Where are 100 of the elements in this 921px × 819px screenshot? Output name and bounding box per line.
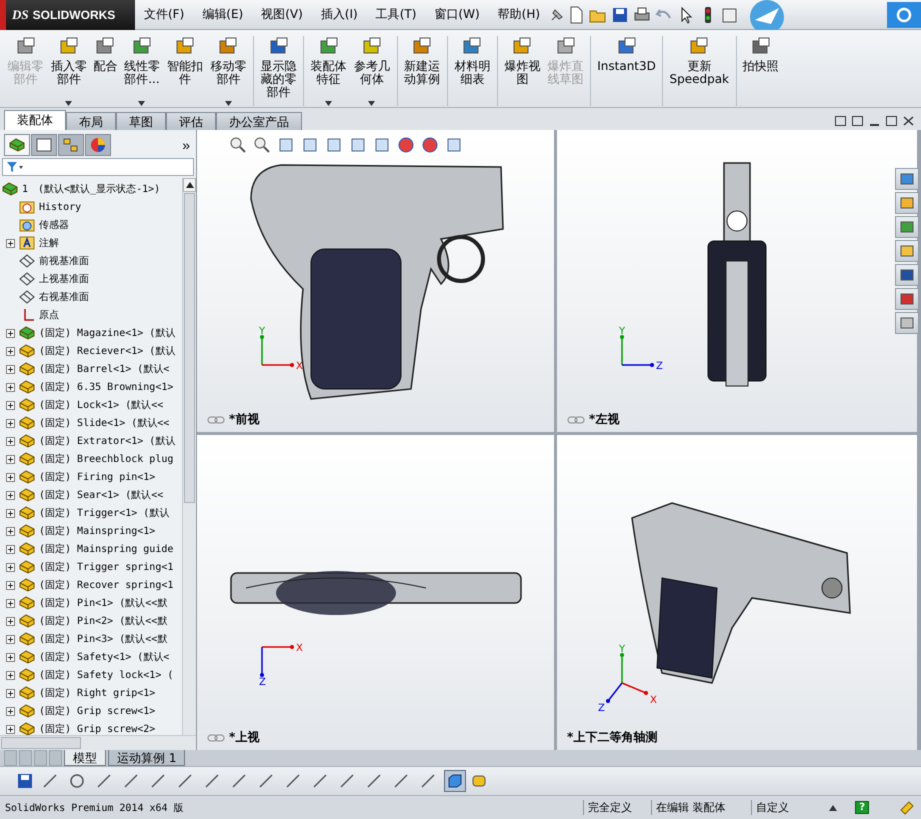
tab[interactable]: 草图: [116, 112, 166, 130]
tab[interactable]: 装配体: [4, 110, 66, 130]
tree-item[interactable]: (固定) Trigger spring<1: [0, 558, 182, 576]
panel-tab[interactable]: [85, 134, 111, 156]
expand-icon[interactable]: [6, 238, 15, 248]
toolbar-button[interactable]: 智能扣件: [164, 36, 207, 106]
tree-item[interactable]: 传感器: [0, 216, 182, 234]
expand-icon[interactable]: [6, 706, 15, 716]
tree-item[interactable]: 注解: [0, 234, 182, 252]
tree-item[interactable]: 右视基准面: [0, 288, 182, 306]
expand-icon[interactable]: [6, 580, 15, 590]
expand-icon[interactable]: [6, 508, 15, 518]
tree-item[interactable]: 原点: [0, 306, 182, 324]
expand-button[interactable]: »: [176, 137, 196, 156]
tree-item[interactable]: (固定) Grip screw<2>: [0, 720, 182, 735]
toolbar-button[interactable]: 爆炸视图: [496, 36, 544, 106]
tree-item[interactable]: (固定) Barrel<1> (默认<: [0, 360, 182, 378]
toolbar-button[interactable]: 线性零部件...: [120, 36, 164, 106]
viewport[interactable]: Y X *前视: [197, 130, 554, 432]
zoom-area-icon[interactable]: [253, 136, 271, 154]
toolbar-button[interactable]: 拍快照: [736, 36, 782, 106]
tree-item[interactable]: (固定) Reciever<1> (默认: [0, 342, 182, 360]
expand-icon[interactable]: [6, 436, 15, 446]
toolbar-button[interactable]: 移动零部件: [206, 36, 250, 106]
toolbar-button[interactable]: 插入零部件: [47, 36, 90, 106]
scroll-up-icon[interactable]: [186, 182, 194, 188]
tree-item[interactable]: 1 (默认<默认_显示状态-1>): [0, 180, 182, 198]
tab[interactable]: 办公室产品: [216, 112, 302, 130]
viewport[interactable]: Y Z *左视: [557, 130, 917, 432]
expand-icon[interactable]: [6, 598, 15, 608]
tree-item[interactable]: (固定) Mainspring guide: [0, 540, 182, 558]
print-icon[interactable]: [633, 6, 652, 24]
tag-icon[interactable]: [899, 800, 915, 816]
tree-item[interactable]: (固定) Pin<1> (默认<<默: [0, 594, 182, 612]
expand-icon[interactable]: [6, 670, 15, 680]
viewport[interactable]: X Z *上视: [197, 435, 554, 750]
tree-item[interactable]: (固定) Pin<2> (默认<<默: [0, 612, 182, 630]
help-icon[interactable]: ?: [855, 801, 869, 814]
expand-icon[interactable]: [6, 652, 15, 662]
menu-item[interactable]: 编辑(E): [193, 6, 252, 23]
expand-icon[interactable]: [6, 400, 15, 410]
tree-item[interactable]: (固定) Firing pin<1>: [0, 468, 182, 486]
tree-item[interactable]: (固定) 6.35 Browning<1>: [0, 378, 182, 396]
toolbar-button[interactable]: 参考几何体: [350, 36, 394, 106]
scrollbar[interactable]: [0, 735, 196, 750]
save-icon[interactable]: [16, 772, 34, 790]
expand-icon[interactable]: [6, 544, 15, 554]
task-pane-button[interactable]: [895, 264, 919, 286]
panel-tab[interactable]: [31, 134, 57, 156]
scrollbar[interactable]: [182, 178, 196, 735]
toolbar-button[interactable]: 更新Speedpak: [662, 36, 733, 106]
tree-item[interactable]: (固定) Breechblock plug: [0, 450, 182, 468]
tab[interactable]: 模型: [64, 750, 106, 766]
task-pane-button[interactable]: [895, 192, 919, 214]
panel-tab[interactable]: [4, 134, 30, 156]
expand-icon[interactable]: [6, 418, 15, 428]
tab[interactable]: 评估: [166, 112, 216, 130]
expand-icon[interactable]: [6, 472, 15, 482]
tree-item[interactable]: (固定) Sear<1> (默认<<: [0, 486, 182, 504]
task-pane-button[interactable]: [895, 168, 919, 190]
menu-item[interactable]: 视图(V): [252, 6, 312, 23]
toolbar-button[interactable]: 配合: [90, 36, 120, 106]
tree-item[interactable]: 前视基准面: [0, 252, 182, 270]
menu-item[interactable]: 窗口(W): [425, 6, 489, 23]
toolbar-button[interactable]: Instant3D: [590, 36, 659, 106]
tab[interactable]: 布局: [66, 112, 116, 130]
expand-icon[interactable]: [6, 382, 15, 392]
caret-up-icon[interactable]: [829, 804, 838, 810]
tree-item[interactable]: (固定) Safety<1> (默认<: [0, 648, 182, 666]
toolbar-button[interactable]: 新建运动算例: [396, 36, 444, 106]
zoom-icon[interactable]: [229, 136, 247, 154]
tab[interactable]: 运动算例 1: [108, 750, 186, 766]
pin-icon[interactable]: [549, 6, 566, 22]
expand-icon[interactable]: [6, 490, 15, 500]
close-icon[interactable]: [902, 115, 915, 127]
toolbar-button[interactable]: 装配体特征: [303, 36, 350, 106]
expand-icon[interactable]: [6, 616, 15, 626]
expand-icon[interactable]: [6, 346, 15, 356]
tree-item[interactable]: (固定) Slide<1> (默认<<: [0, 414, 182, 432]
task-pane-button[interactable]: [895, 240, 919, 262]
task-pane-button[interactable]: [895, 312, 919, 334]
tile-icon[interactable]: [851, 115, 864, 127]
expand-icon[interactable]: [6, 562, 15, 572]
status-text[interactable]: 自定义: [751, 800, 830, 815]
expand-icon[interactable]: [6, 328, 15, 338]
tree-item[interactable]: (固定) Safety lock<1> (: [0, 666, 182, 684]
tree-item[interactable]: (固定) Magazine<1> (默认: [0, 324, 182, 342]
toolbar-button[interactable]: 材料明细表: [446, 36, 494, 106]
tree-item[interactable]: (固定) Right grip<1>: [0, 684, 182, 702]
tree-item[interactable]: 上视基准面: [0, 270, 182, 288]
panel-tab[interactable]: [58, 134, 84, 156]
tree-item[interactable]: (固定) Lock<1> (默认<<: [0, 396, 182, 414]
menu-item[interactable]: 帮助(H): [488, 6, 550, 23]
menu-item[interactable]: 文件(F): [135, 6, 194, 23]
tree-item[interactable]: (固定) Extrator<1> (默认: [0, 432, 182, 450]
toolbar-button[interactable]: 显示隐藏的零部件: [252, 36, 300, 106]
options-icon[interactable]: [721, 6, 740, 24]
task-pane-button[interactable]: [895, 288, 919, 310]
expand-icon[interactable]: [6, 724, 15, 734]
tree-item[interactable]: (固定) Pin<3> (默认<<默: [0, 630, 182, 648]
